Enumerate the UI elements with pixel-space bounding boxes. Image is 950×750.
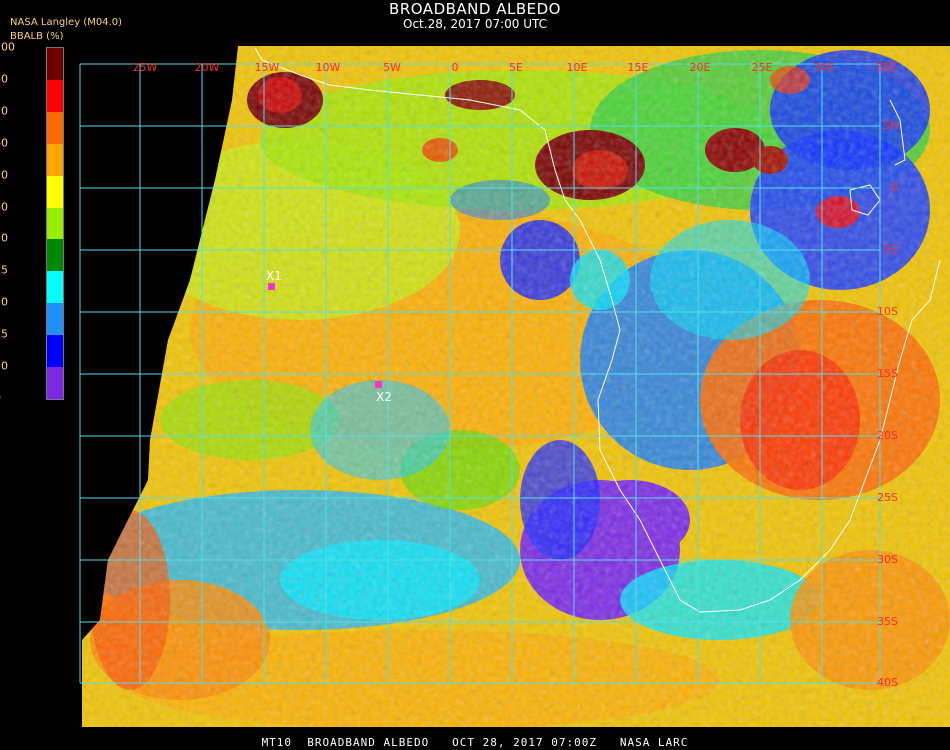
footer-caption: MT10 BROADBAND ALBEDO OCT 28, 2017 07:00… <box>261 736 689 749</box>
marker-x1-dot <box>268 283 275 290</box>
latitude-label: 10S <box>877 305 898 318</box>
marker-x1-label: X1 <box>266 269 282 283</box>
longitude-label: 20W <box>195 61 220 74</box>
latitude-label: 5S <box>884 243 898 256</box>
latitude-label: 15S <box>877 367 898 380</box>
longitude-label: 5E <box>509 61 523 74</box>
longitude-label: 15W <box>255 61 280 74</box>
latitude-label: 5N <box>883 119 898 132</box>
latitude-label: 35S <box>877 615 898 628</box>
longitude-label: 25E <box>752 61 773 74</box>
marker-x2-dot <box>375 381 382 388</box>
longitude-label: 0 <box>452 61 459 74</box>
longitude-label: 30E <box>814 61 835 74</box>
latitude-label: 25S <box>877 491 898 504</box>
latitude-label: 0 <box>891 181 898 194</box>
longitude-label: 15E <box>628 61 649 74</box>
longitude-label: 20E <box>690 61 711 74</box>
latitude-label: 30S <box>877 553 898 566</box>
longitude-label: 5W <box>383 61 401 74</box>
longitude-label: 10E <box>567 61 588 74</box>
albedo-map: 25W 20W 15W 10W 5W 0 5E 10E 15E 20E 25E 30E 35E 5N 0 5… <box>79 46 950 727</box>
latitude-label: 20S <box>877 429 898 442</box>
longitude-label: 10W <box>316 61 341 74</box>
longitude-label: 35E <box>876 61 897 74</box>
latitude-label: 40S <box>877 676 898 689</box>
marker-x2-label: X2 <box>376 390 392 404</box>
albedo-field <box>82 46 950 727</box>
longitude-label: 25W <box>133 61 158 74</box>
